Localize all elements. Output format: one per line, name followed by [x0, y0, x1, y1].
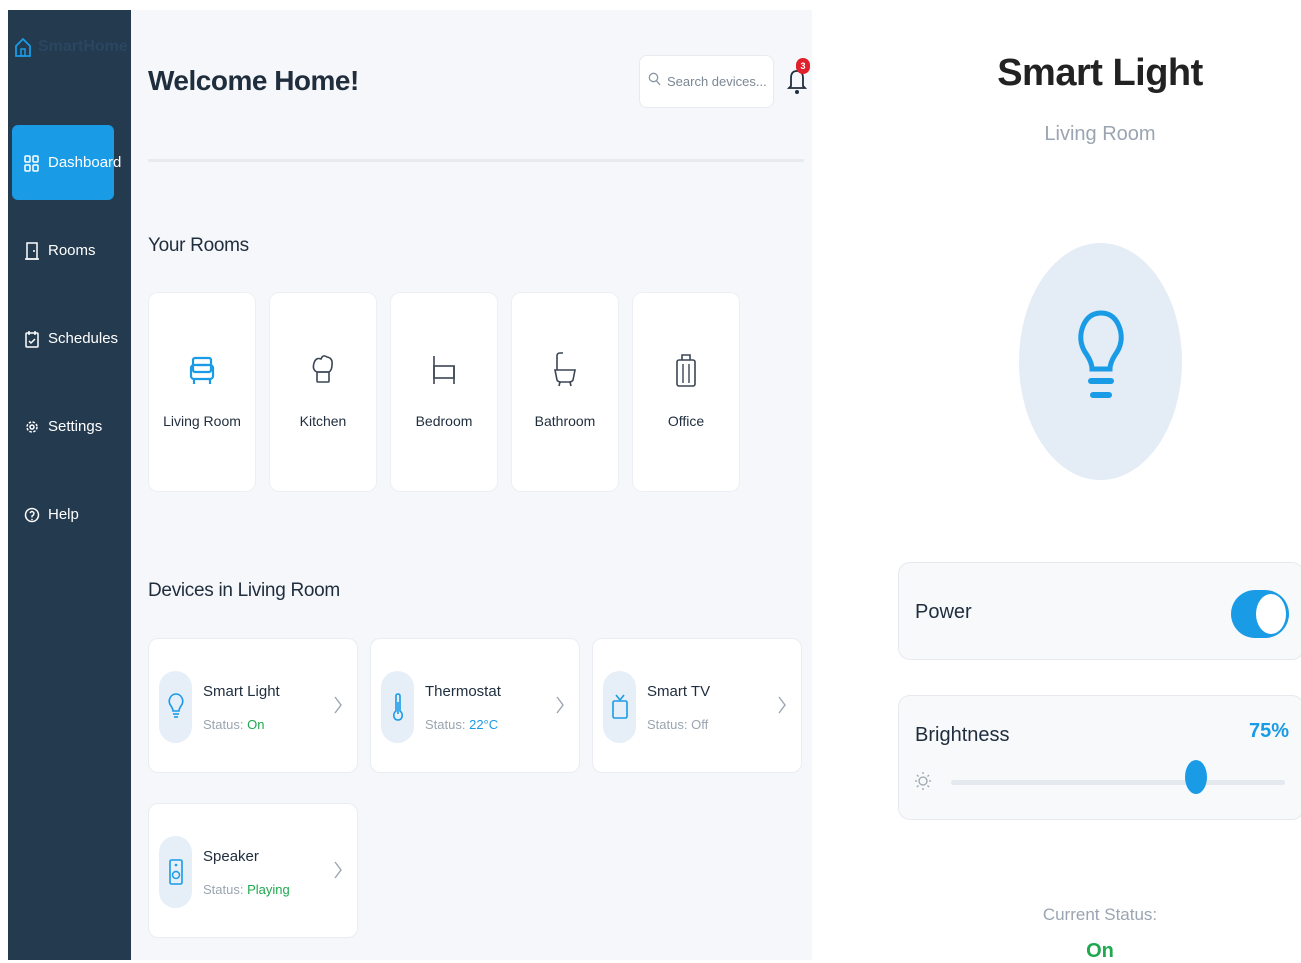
- room-card-office[interactable]: Office: [632, 292, 740, 492]
- toggle-knob: [1256, 594, 1286, 634]
- notification-button[interactable]: 3: [785, 56, 811, 98]
- lightbulb-icon: [1075, 305, 1127, 418]
- sidebar-item-dashboard[interactable]: Dashboard: [12, 125, 121, 200]
- power-control: Power: [898, 562, 1301, 660]
- device-name: Speaker: [203, 848, 259, 865]
- bed-icon: [431, 347, 457, 393]
- devices-section-title: Devices in Living Room: [148, 580, 340, 601]
- brightness-label: Brightness: [915, 724, 1010, 746]
- room-label: Bathroom: [534, 413, 596, 429]
- sun-icon: [913, 766, 933, 796]
- sidebar-item-schedules[interactable]: Schedules: [12, 301, 118, 376]
- main-content: Welcome Home! 3 Your Rooms Living Room: [131, 10, 812, 960]
- search-box[interactable]: [639, 55, 774, 108]
- calendar-icon: [24, 329, 40, 349]
- dashboard-icon: [24, 153, 40, 173]
- device-status-value: On: [247, 717, 265, 732]
- room-card-living-room[interactable]: Living Room: [148, 292, 256, 492]
- device-detail-title: Smart Light: [997, 52, 1203, 94]
- sidebar: SmartHome Dashboard Rooms Schedules Sett: [8, 10, 131, 960]
- chevron-right-icon[interactable]: [333, 856, 343, 884]
- room-label: Bedroom: [415, 413, 473, 429]
- sidebar-item-help[interactable]: Help: [12, 477, 114, 552]
- device-status: Status: On: [203, 717, 265, 732]
- device-name: Thermostat: [425, 683, 501, 700]
- room-card-kitchen[interactable]: Kitchen: [269, 292, 377, 492]
- chevron-right-icon[interactable]: [555, 691, 565, 719]
- power-toggle[interactable]: [1231, 590, 1289, 638]
- chevron-right-icon[interactable]: [333, 691, 343, 719]
- brightness-value: 75%: [1249, 720, 1290, 742]
- logo-text: SmartHome: [38, 38, 128, 55]
- device-card-smart-tv[interactable]: Smart TV Status: Off: [592, 638, 802, 773]
- door-icon: [24, 241, 40, 261]
- tv-icon: [603, 671, 636, 743]
- lightbulb-icon: [159, 671, 192, 743]
- sidebar-item-rooms[interactable]: Rooms: [12, 213, 114, 288]
- bathtub-icon: [552, 347, 578, 393]
- brightness-slider-track[interactable]: [951, 780, 1285, 785]
- logo[interactable]: SmartHome: [14, 36, 128, 58]
- room-card-bathroom[interactable]: Bathroom: [511, 292, 619, 492]
- device-status: Status: 22°C: [425, 717, 499, 732]
- help-icon: [24, 505, 40, 525]
- room-label: Living Room: [163, 413, 241, 429]
- sofa-icon: [189, 347, 215, 393]
- sidebar-item-label: Schedules: [48, 330, 119, 347]
- rooms-section-title: Your Rooms: [148, 235, 249, 256]
- search-icon: [648, 72, 661, 91]
- room-card-bedroom[interactable]: Bedroom: [390, 292, 498, 492]
- page-title: Welcome Home!: [148, 65, 359, 96]
- briefcase-icon: [673, 347, 699, 393]
- room-label: Office: [667, 413, 705, 429]
- sidebar-item-label: Dashboard: [48, 154, 122, 171]
- brightness-control: Brightness 75%: [898, 695, 1301, 820]
- device-detail-panel: Smart Light Living Room Power Brightness…: [812, 0, 1301, 962]
- sidebar-item-label: Rooms: [48, 242, 96, 259]
- device-detail-room: Living Room: [1044, 123, 1156, 145]
- current-status-label: Current Status:: [1042, 905, 1158, 924]
- power-label: Power: [915, 601, 972, 623]
- header-divider: [148, 159, 804, 162]
- device-card-thermostat[interactable]: Thermostat Status: 22°C: [370, 638, 580, 773]
- device-status: Status: Off: [647, 717, 709, 732]
- device-icon-circle: [1019, 243, 1182, 480]
- search-input[interactable]: [667, 74, 767, 89]
- chef-hat-icon: [310, 347, 336, 393]
- sidebar-item-label: Settings: [48, 418, 103, 435]
- room-label: Kitchen: [299, 413, 347, 429]
- notification-badge: 3: [796, 58, 810, 74]
- app-window: SmartHome Dashboard Rooms Schedules Sett: [0, 0, 1301, 962]
- sidebar-item-settings[interactable]: Settings: [12, 389, 114, 464]
- device-status-value: 22°C: [469, 717, 499, 732]
- home-icon: [14, 36, 32, 58]
- device-status: Status: Playing: [203, 882, 290, 897]
- speaker-icon: [159, 836, 192, 908]
- device-name: Smart TV: [647, 683, 711, 700]
- device-card-smart-light[interactable]: Smart Light Status: On: [148, 638, 358, 773]
- device-status-value: Off: [691, 717, 709, 732]
- device-status-value: Playing: [247, 882, 290, 897]
- thermometer-icon: [381, 671, 414, 743]
- sidebar-item-label: Help: [48, 506, 79, 523]
- chevron-right-icon[interactable]: [777, 691, 787, 719]
- device-card-speaker[interactable]: Speaker Status: Playing: [148, 803, 358, 938]
- brightness-slider-handle[interactable]: [1185, 760, 1207, 794]
- device-name: Smart Light: [203, 683, 280, 700]
- gear-icon: [24, 417, 40, 437]
